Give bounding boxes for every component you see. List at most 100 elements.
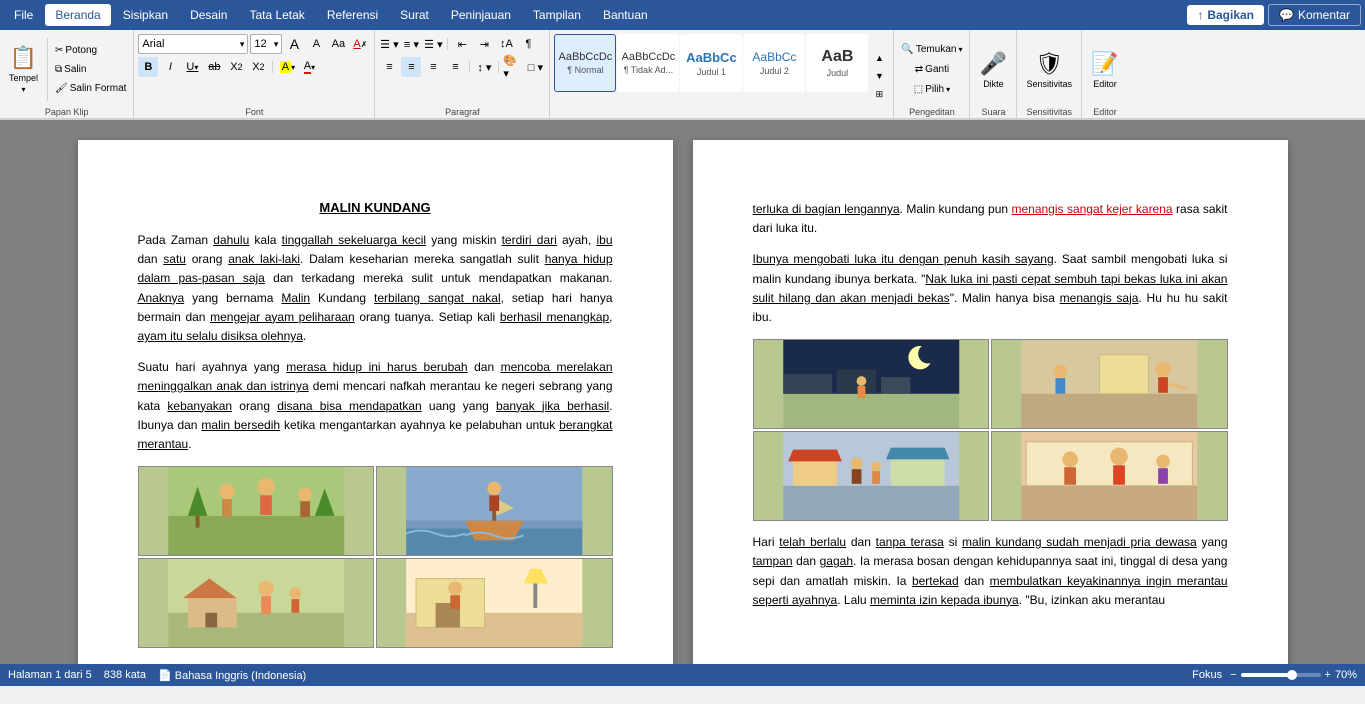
menu-sisipkan[interactable]: Sisipkan: [113, 4, 178, 26]
copy-icon: ⧉: [55, 64, 62, 75]
styles-gallery: AaBbCcDc ¶ Normal AaBbCcDc ¶ Tidak Ad...…: [550, 30, 894, 118]
bagikan-button[interactable]: ↑ Bagikan: [1187, 5, 1264, 25]
style-no-spacing[interactable]: AaBbCcDc ¶ Tidak Ad...: [617, 34, 679, 92]
menu-surat[interactable]: Surat: [390, 4, 439, 26]
find-button[interactable]: 🔍 Temukan ▾: [898, 41, 965, 59]
page-count: Halaman 1 dari 5: [8, 669, 92, 681]
editor-button[interactable]: 📝 Editor: [1086, 41, 1124, 99]
multilevel-button[interactable]: ☰ ▾: [423, 34, 443, 54]
increase-indent-button[interactable]: ⇥: [474, 34, 494, 54]
strikethrough-button[interactable]: ab: [204, 57, 224, 77]
menu-bantuan[interactable]: Bantuan: [593, 4, 658, 26]
menu-file[interactable]: File: [4, 4, 43, 26]
styles-up-button[interactable]: ▲: [871, 50, 887, 66]
menu-peninjauan[interactable]: Peninjauan: [441, 4, 521, 26]
status-bar: Halaman 1 dari 5 838 kata 📄 Bahasa Inggr…: [0, 664, 1365, 686]
style-title[interactable]: AaB Judul: [806, 34, 868, 92]
dictate-button[interactable]: 🎤 Dikte: [974, 41, 1012, 99]
sep: [447, 38, 448, 50]
select-button[interactable]: ⬚ Pilih ▾: [911, 81, 953, 99]
paragraph-group: ☰ ▾ ≡ ▾ ☰ ▾ ⇤ ⇥ ↕A ¶ ≡ ≡ ≡ ≡ ↕ ▾: [375, 30, 550, 118]
zoom-control[interactable]: − + 70%: [1230, 669, 1357, 681]
text-highlight-button[interactable]: A▾: [277, 57, 297, 77]
zoom-thumb[interactable]: [1287, 670, 1297, 680]
style-heading1[interactable]: AaBbCc Judul 1: [680, 34, 742, 92]
menu-referensi[interactable]: Referensi: [317, 4, 388, 26]
page-paragraph-1: Pada Zaman dahulu kala tinggallah sekelu…: [138, 231, 613, 346]
zoom-in-button[interactable]: +: [1325, 669, 1331, 681]
align-center-button[interactable]: ≡: [401, 57, 421, 77]
decrease-indent-button[interactable]: ⇤: [452, 34, 472, 54]
paste-icon: 📋: [10, 45, 37, 71]
page-2: terluka di bagian lengannya. Malin kunda…: [693, 140, 1288, 664]
paste-button[interactable]: 📋 Tempel ▾: [4, 41, 43, 99]
shading-button[interactable]: 🎨 ▾: [503, 57, 523, 77]
focus-button[interactable]: Fokus: [1192, 669, 1222, 681]
font-dropdown-icon: ▾: [240, 39, 245, 50]
font-name-input[interactable]: Arial ▾: [138, 34, 248, 54]
styles-down-button[interactable]: ▼: [871, 68, 887, 84]
style-normal[interactable]: AaBbCcDc ¶ Normal: [554, 34, 616, 92]
copy-button[interactable]: ⧉ Salin: [52, 61, 129, 79]
align-right-button[interactable]: ≡: [423, 57, 443, 77]
italic-button[interactable]: I: [160, 57, 180, 77]
bullets-button[interactable]: ☰ ▾: [379, 34, 399, 54]
zoom-fill: [1241, 673, 1289, 677]
editing-group: 🔍 Temukan ▾ ⇄ Ganti ⬚ Pilih ▾ Pengeditan: [894, 30, 970, 118]
numbering-button[interactable]: ≡ ▾: [401, 34, 421, 54]
comic-image-8: [991, 431, 1228, 521]
bold-button[interactable]: B: [138, 57, 158, 77]
subscript-button[interactable]: X2: [226, 57, 246, 77]
menu-tata-letak[interactable]: Tata Letak: [239, 4, 314, 26]
paragraph-row1: ☰ ▾ ≡ ▾ ☰ ▾ ⇤ ⇥ ↕A ¶: [379, 34, 538, 54]
styles-arrows: ▲ ▼ ⊞: [869, 34, 889, 118]
sep: [272, 61, 273, 73]
font-size-input[interactable]: 12 ▾: [250, 34, 282, 54]
cut-button[interactable]: ✂ Potong: [52, 42, 129, 60]
comic-image-6: [991, 339, 1228, 429]
borders-button[interactable]: □ ▾: [525, 57, 545, 77]
menu-bar: File Beranda Sisipkan Desain Tata Letak …: [0, 0, 1365, 30]
font-color-button[interactable]: A▾: [299, 57, 319, 77]
font-name-row: Arial ▾ 12 ▾ A A Aa A✗: [138, 34, 370, 54]
zoom-out-button[interactable]: −: [1230, 669, 1236, 681]
superscript-button[interactable]: X2: [248, 57, 268, 77]
sort-button[interactable]: ↕A: [496, 34, 516, 54]
comment-icon: 💬: [1279, 8, 1294, 22]
font-shrink-button[interactable]: A: [306, 34, 326, 54]
page2-paragraph-1: terluka di bagian lengannya. Malin kunda…: [753, 200, 1228, 238]
page-paragraph-2: Suatu hari ayahnya yang merasa hidup ini…: [138, 358, 613, 454]
styles-expand-button[interactable]: ⊞: [871, 86, 887, 102]
sep: [498, 61, 499, 73]
comic-image-3: [138, 558, 375, 648]
share-icon: ↑: [1197, 8, 1203, 22]
clipboard-sub-buttons: ✂ Potong ⧉ Salin 🖌 Salin Format: [52, 42, 129, 98]
select-icon: ⬚: [914, 84, 923, 95]
change-case-button[interactable]: Aa: [328, 34, 348, 54]
line-spacing-button[interactable]: ↕ ▾: [474, 57, 494, 77]
menu-beranda[interactable]: Beranda: [45, 4, 110, 26]
format-painter-button[interactable]: 🖌 Salin Format: [52, 80, 129, 98]
comic-images-1: [138, 466, 613, 648]
comic-image-1: [138, 466, 375, 556]
justify-button[interactable]: ≡: [445, 57, 465, 77]
menu-tampilan[interactable]: Tampilan: [523, 4, 591, 26]
font-grow-button[interactable]: A: [284, 34, 304, 54]
replace-button[interactable]: ⇄ Ganti: [912, 61, 952, 79]
sensitivity-group: 🛡 Sensitivitas Sensitivitas: [1017, 30, 1082, 118]
page-title: MALIN KUNDANG: [138, 200, 613, 215]
underline-button[interactable]: U ▾: [182, 57, 202, 77]
sep: [469, 61, 470, 73]
show-marks-button[interactable]: ¶: [518, 34, 538, 54]
replace-icon: ⇄: [915, 64, 923, 75]
style-heading2[interactable]: AaBbCc Judul 2: [743, 34, 805, 92]
komentar-button[interactable]: 💬 Komentar: [1268, 4, 1361, 26]
font-group: Arial ▾ 12 ▾ A A Aa A✗ B I: [134, 30, 375, 118]
align-left-button[interactable]: ≡: [379, 57, 399, 77]
clear-formatting-button[interactable]: A✗: [350, 34, 370, 54]
comic-images-2: [753, 339, 1228, 521]
voice-group: 🎤 Dikte Suara: [970, 30, 1017, 118]
comic-image-4: [376, 558, 613, 648]
menu-desain[interactable]: Desain: [180, 4, 237, 26]
sensitivity-button[interactable]: 🛡 Sensitivitas: [1021, 41, 1077, 99]
